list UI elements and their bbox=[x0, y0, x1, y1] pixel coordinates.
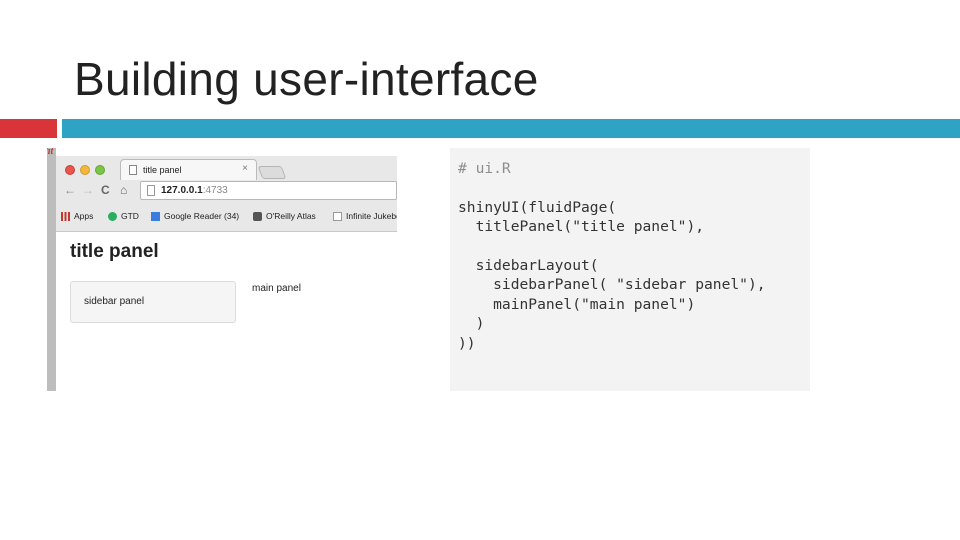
main-panel-text: main panel bbox=[252, 283, 301, 294]
url-port: :4733 bbox=[202, 185, 228, 196]
code-line: titlePanel("title panel"), bbox=[458, 218, 705, 236]
accent-bar-red bbox=[0, 119, 57, 138]
sidebar-panel: sidebar panel bbox=[70, 281, 236, 323]
close-window-icon[interactable] bbox=[65, 165, 75, 175]
url-text: 127.0.0.1:4733 bbox=[161, 185, 228, 196]
code-line: sidebarPanel( "sidebar panel"), bbox=[458, 276, 766, 294]
bookmark-label: GTD bbox=[121, 211, 139, 221]
apps-grid-icon bbox=[61, 211, 70, 221]
back-arrow-icon[interactable]: ← bbox=[64, 183, 76, 197]
document-icon bbox=[333, 211, 342, 221]
background-window-label: lit bbox=[47, 148, 54, 157]
code-line: ) bbox=[458, 315, 485, 333]
reload-icon[interactable]: C bbox=[101, 183, 110, 197]
bookmarks-bar: Apps GTD Google Reader (34) O'Reilly Atl… bbox=[56, 208, 397, 226]
gtd-check-icon bbox=[108, 211, 117, 221]
page-icon bbox=[147, 185, 155, 196]
accent-bar-blue bbox=[62, 119, 960, 138]
code-line: # ui.R bbox=[458, 160, 511, 177]
tab-close-icon[interactable]: × bbox=[242, 163, 248, 174]
bookmark-label: Infinite Jukebo bbox=[346, 211, 397, 221]
window-edge-strip bbox=[47, 148, 56, 391]
google-reader-icon bbox=[151, 211, 160, 221]
page-icon bbox=[129, 165, 137, 175]
browser-screenshot: lit title panel × ← → C ⌂ 127.0.0.1:4733… bbox=[47, 148, 397, 391]
new-tab-button[interactable] bbox=[257, 166, 287, 179]
zoom-window-icon[interactable] bbox=[95, 165, 105, 175]
minimize-window-icon[interactable] bbox=[80, 165, 90, 175]
code-line: shinyUI(fluidPage( bbox=[458, 198, 617, 216]
bookmark-gtd[interactable]: GTD bbox=[108, 211, 139, 221]
oreilly-icon bbox=[253, 211, 262, 221]
code-line: mainPanel("main panel") bbox=[458, 295, 696, 313]
bookmark-label: Apps bbox=[74, 211, 94, 221]
bookmark-apps[interactable]: Apps bbox=[61, 211, 93, 221]
code-block: # ui.R shinyUI(fluidPage( titlePanel("ti… bbox=[450, 148, 810, 391]
browser-tab[interactable]: title panel × bbox=[120, 159, 257, 180]
page-viewport: title panel sidebar panel main panel bbox=[56, 233, 397, 391]
home-icon[interactable]: ⌂ bbox=[120, 183, 127, 197]
bookmark-infinite-jukebox[interactable]: Infinite Jukebo bbox=[333, 211, 397, 221]
bookmark-label: Google Reader (34) bbox=[164, 211, 240, 221]
bookmark-label: O'Reilly Atlas bbox=[266, 211, 316, 221]
slide-title: Building user-interface bbox=[74, 53, 539, 105]
bookmark-google-reader[interactable]: Google Reader (34) bbox=[151, 211, 239, 221]
tab-title: title panel bbox=[143, 165, 182, 175]
sidebar-panel-text: sidebar panel bbox=[84, 296, 145, 307]
browser-chrome: title panel × ← → C ⌂ 127.0.0.1:4733 App… bbox=[56, 156, 397, 232]
bookmark-oreilly-atlas[interactable]: O'Reilly Atlas bbox=[253, 211, 316, 221]
code-line: )) bbox=[458, 334, 476, 352]
code-listing: # ui.R shinyUI(fluidPage( titlePanel("ti… bbox=[458, 159, 766, 353]
url-host: 127.0.0.1 bbox=[161, 185, 203, 196]
page-title: title panel bbox=[70, 241, 159, 262]
forward-arrow-icon[interactable]: → bbox=[82, 183, 94, 197]
address-bar[interactable]: 127.0.0.1:4733 bbox=[140, 181, 397, 200]
code-line: sidebarLayout( bbox=[458, 257, 599, 275]
